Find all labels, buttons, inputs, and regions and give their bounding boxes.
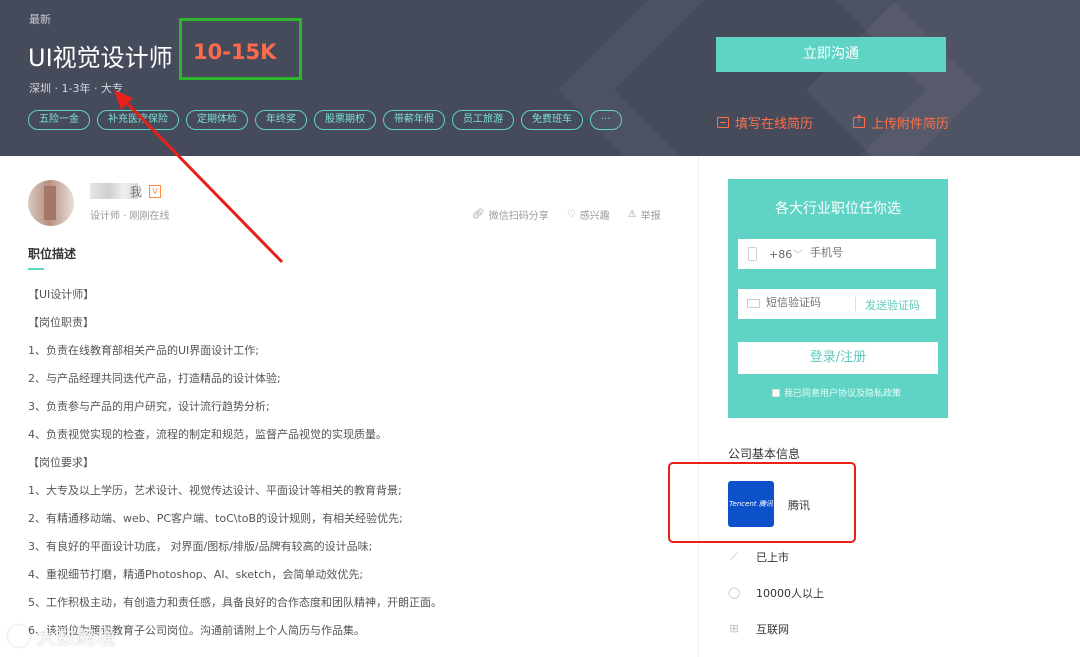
agreement-label: 我已同意用户协议及隐私政策 bbox=[784, 389, 902, 399]
code-field: 发送验证码 bbox=[738, 289, 936, 319]
login-title: 各大行业职位任你选 bbox=[775, 201, 901, 217]
watermark-text: 大数跨境 bbox=[36, 625, 116, 649]
company-size: 10000人以上 bbox=[756, 587, 824, 600]
chart-trend-icon: ⟋ bbox=[730, 550, 738, 563]
send-code-button[interactable]: 发送验证码 bbox=[865, 297, 920, 313]
field-separator bbox=[855, 297, 856, 311]
phone-input[interactable] bbox=[810, 246, 930, 259]
watermark-logo-icon bbox=[8, 624, 30, 647]
phone-field: +86 ﹀ bbox=[738, 239, 936, 269]
company-industry: 互联网 bbox=[756, 623, 789, 636]
arrow-shaft bbox=[120, 96, 284, 264]
agreement-row: 我已同意用户协议及隐私政策 bbox=[772, 386, 901, 399]
message-icon bbox=[747, 299, 760, 308]
phone-icon bbox=[748, 247, 757, 261]
country-code-select[interactable]: +86 bbox=[769, 248, 792, 261]
sms-code-input[interactable] bbox=[766, 296, 854, 309]
chevron-down-icon[interactable]: ﹀ bbox=[793, 246, 803, 261]
company-section-title: 公司基本信息 bbox=[728, 447, 801, 461]
company-industry-row: ⊞ 互联网 bbox=[728, 621, 789, 637]
company-size-row: ◯ 10000人以上 bbox=[728, 585, 824, 601]
watermark: 大数跨境 bbox=[8, 621, 116, 650]
company-highlight-box bbox=[668, 462, 856, 543]
login-register-button[interactable]: 登录/注册 bbox=[738, 342, 938, 374]
sidebar-divider bbox=[698, 156, 699, 657]
login-card: 各大行业职位任你选 +86 ﹀ 发送验证码 登录/注册 我已同意用户协议及隐私政… bbox=[728, 179, 948, 418]
company-listing-row: ⟋ 已上市 bbox=[728, 549, 789, 565]
person-icon: ◯ bbox=[728, 586, 741, 599]
agreement-checkbox[interactable] bbox=[772, 388, 780, 397]
grid-icon: ⊞ bbox=[729, 622, 739, 635]
company-listing: 已上市 bbox=[756, 551, 789, 564]
